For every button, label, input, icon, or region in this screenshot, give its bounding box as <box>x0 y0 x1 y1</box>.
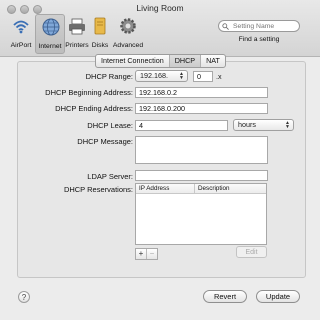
gear-icon <box>120 18 136 34</box>
dhcp-range-octet-field[interactable]: 0 <box>193 71 213 82</box>
remove-reservation-button[interactable]: − <box>146 249 157 259</box>
ldap-server-field[interactable] <box>135 170 268 181</box>
airport-utility-window: Living Room AirPort Internet Printers Di… <box>0 0 320 320</box>
help-button[interactable]: ? <box>18 291 30 303</box>
search-icon <box>222 23 229 30</box>
tab-bar: Internet Connection DHCP NAT <box>95 54 226 68</box>
lease-unit-select[interactable]: hours ▲ ▼ <box>233 119 294 131</box>
edit-reservation-button[interactable]: Edit <box>236 246 267 258</box>
updown-arrows-icon: ▲ ▼ <box>179 71 184 81</box>
dhcp-reservations-label: DHCP Reservations: <box>63 185 133 194</box>
dhcp-beginning-label: DHCP Beginning Address: <box>45 88 133 97</box>
title-bar: Living Room AirPort Internet Printers Di… <box>0 0 320 57</box>
updown-arrows-icon: ▲ ▼ <box>285 120 290 130</box>
search-caption: Find a setting <box>238 36 280 43</box>
dhcp-lease-field[interactable]: 4 <box>135 120 228 131</box>
add-remove-control: + − <box>135 248 158 260</box>
tab-nat[interactable]: NAT <box>201 55 225 67</box>
disk-icon <box>94 17 106 35</box>
dhcp-message-field[interactable] <box>135 136 268 164</box>
ldap-server-label: LDAP Server: <box>87 172 133 181</box>
column-header-description[interactable]: Description <box>195 184 230 193</box>
dhcp-lease-label: DHCP Lease: <box>87 121 133 130</box>
dhcp-ending-label: DHCP Ending Address: <box>55 104 133 113</box>
dhcp-range-prefix-value: 192.168. <box>140 71 168 80</box>
dhcp-beginning-address-field[interactable]: 192.168.0.2 <box>135 87 268 98</box>
table-header: IP Address Description <box>136 184 266 194</box>
wifi-icon <box>13 20 29 34</box>
lease-unit-value: hours <box>238 120 256 129</box>
update-button[interactable]: Update <box>256 290 300 303</box>
globe-icon <box>42 18 60 36</box>
reservations-table[interactable]: IP Address Description <box>135 183 267 245</box>
toolbar-item-label: Advanced <box>112 42 144 49</box>
add-reservation-button[interactable]: + <box>136 249 146 259</box>
search-input[interactable] <box>218 20 300 32</box>
dhcp-range-label: DHCP Range: <box>85 72 133 81</box>
printer-icon <box>69 18 85 35</box>
window-title: Living Room <box>136 3 184 13</box>
dhcp-message-label: DHCP Message: <box>77 137 133 146</box>
column-header-ip-address[interactable]: IP Address <box>136 184 195 193</box>
dhcp-range-suffix: .x <box>216 72 222 81</box>
tab-internet-connection[interactable]: Internet Connection <box>96 55 170 67</box>
dhcp-ending-address-field[interactable]: 192.168.0.200 <box>135 103 268 114</box>
dhcp-range-prefix-select[interactable]: 192.168. ▲ ▼ <box>135 70 188 82</box>
toolbar-item-advanced[interactable]: Advanced <box>113 14 143 54</box>
revert-button[interactable]: Revert <box>203 290 247 303</box>
tab-dhcp[interactable]: DHCP <box>169 55 202 67</box>
